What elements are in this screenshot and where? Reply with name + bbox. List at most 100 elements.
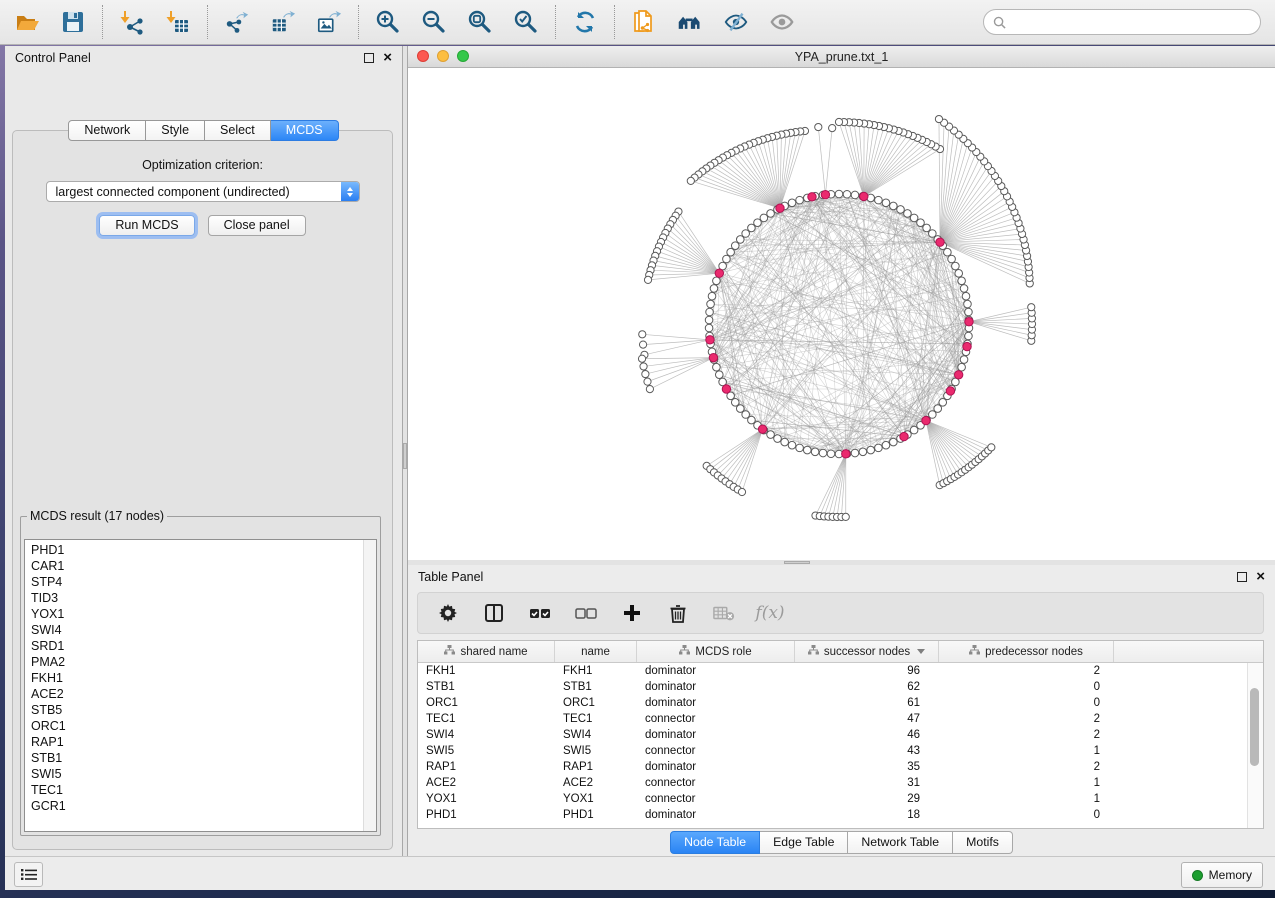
column-header-shared-name[interactable]: shared name bbox=[418, 641, 555, 662]
table-cell[interactable]: dominator bbox=[637, 681, 795, 693]
column-header-name[interactable]: name bbox=[555, 641, 637, 662]
table-cell[interactable]: 1 bbox=[939, 793, 1114, 805]
network-node[interactable] bbox=[952, 262, 960, 270]
table-cell[interactable]: 2 bbox=[939, 761, 1114, 773]
network-node[interactable] bbox=[843, 190, 851, 198]
table-row[interactable]: PHD1PHD1dominator180 bbox=[418, 807, 1263, 823]
mcds-hub-node[interactable] bbox=[808, 193, 816, 201]
zoom-selected-icon[interactable] bbox=[513, 9, 539, 35]
mcds-result-node[interactable]: SWI5 bbox=[31, 766, 363, 782]
search-input[interactable] bbox=[1011, 14, 1251, 30]
tab-network[interactable]: Network bbox=[68, 120, 146, 141]
mcds-result-node[interactable]: RAP1 bbox=[31, 734, 363, 750]
table-cell[interactable]: ACE2 bbox=[418, 777, 555, 789]
table-cell[interactable]: 2 bbox=[939, 729, 1114, 741]
table-row[interactable]: ORC1ORC1dominator610 bbox=[418, 695, 1263, 711]
network-canvas[interactable] bbox=[408, 68, 1275, 560]
network-node[interactable] bbox=[867, 446, 875, 454]
window-maximize-icon[interactable] bbox=[457, 50, 469, 62]
network-node[interactable] bbox=[944, 248, 952, 256]
mcds-result-node[interactable]: SRD1 bbox=[31, 638, 363, 654]
network-node[interactable] bbox=[638, 355, 645, 362]
tab-select[interactable]: Select bbox=[205, 120, 271, 141]
network-node[interactable] bbox=[910, 426, 918, 434]
mcds-result-node[interactable]: TID3 bbox=[31, 590, 363, 606]
network-node[interactable] bbox=[875, 196, 883, 204]
table-cell[interactable]: dominator bbox=[637, 665, 795, 677]
network-graph[interactable] bbox=[408, 68, 1274, 560]
table-row[interactable]: FKH1FKH1dominator962 bbox=[418, 663, 1263, 679]
table-row[interactable]: RAP1RAP1dominator352 bbox=[418, 759, 1263, 775]
network-node[interactable] bbox=[964, 300, 972, 308]
open-file-icon[interactable] bbox=[14, 9, 40, 35]
share-document-icon[interactable] bbox=[631, 9, 657, 35]
network-node[interactable] bbox=[958, 277, 966, 285]
table-row[interactable]: ACE2ACE2connector311 bbox=[418, 775, 1263, 791]
table-cell[interactable]: 2 bbox=[939, 713, 1114, 725]
network-node[interactable] bbox=[815, 123, 822, 130]
network-node[interactable] bbox=[803, 446, 811, 454]
network-node[interactable] bbox=[811, 448, 819, 456]
mcds-hub-node[interactable] bbox=[821, 191, 829, 199]
network-node[interactable] bbox=[890, 438, 898, 446]
show-all-icon[interactable] bbox=[769, 9, 795, 35]
table-cell[interactable]: FKH1 bbox=[418, 665, 555, 677]
network-node[interactable] bbox=[705, 324, 713, 332]
network-node[interactable] bbox=[760, 214, 768, 222]
table-cell[interactable]: 47 bbox=[795, 713, 939, 725]
float-panel-icon[interactable] bbox=[364, 53, 374, 63]
network-node[interactable] bbox=[835, 118, 842, 125]
table-cell[interactable]: dominator bbox=[637, 729, 795, 741]
network-node[interactable] bbox=[851, 449, 859, 457]
table-row[interactable]: YOX1YOX1connector291 bbox=[418, 791, 1263, 807]
window-close-icon[interactable] bbox=[417, 50, 429, 62]
mcds-hub-node[interactable] bbox=[954, 371, 962, 379]
network-node[interactable] bbox=[796, 196, 804, 204]
table-cell[interactable]: PHD1 bbox=[555, 809, 637, 821]
columns-icon[interactable] bbox=[483, 602, 505, 624]
table-cell[interactable]: connector bbox=[637, 793, 795, 805]
network-node[interactable] bbox=[965, 308, 973, 316]
mcds-result-node[interactable]: ACE2 bbox=[31, 686, 363, 702]
table-cell[interactable]: 43 bbox=[795, 745, 939, 757]
table-cell[interactable]: ORC1 bbox=[418, 697, 555, 709]
table-cell[interactable]: 29 bbox=[795, 793, 939, 805]
network-node[interactable] bbox=[958, 363, 966, 371]
network-node[interactable] bbox=[960, 356, 968, 364]
mcds-result-node[interactable]: ORC1 bbox=[31, 718, 363, 734]
mcds-hub-node[interactable] bbox=[706, 336, 714, 344]
save-icon[interactable] bbox=[60, 9, 86, 35]
table-cell[interactable]: STB1 bbox=[418, 681, 555, 693]
import-network-icon[interactable] bbox=[119, 9, 145, 35]
network-node[interactable] bbox=[796, 444, 804, 452]
mcds-hub-node[interactable] bbox=[860, 192, 868, 200]
table-cell[interactable]: SWI4 bbox=[418, 729, 555, 741]
export-image-icon[interactable] bbox=[316, 9, 342, 35]
hide-selected-icon[interactable] bbox=[723, 9, 749, 35]
table-cell[interactable]: 2 bbox=[939, 665, 1114, 677]
column-header-MCDS-role[interactable]: MCDS role bbox=[637, 641, 795, 662]
vertical-splitter-handle[interactable] bbox=[403, 443, 407, 469]
network-node[interactable] bbox=[851, 191, 859, 199]
close-panel-button[interactable]: Close panel bbox=[208, 215, 306, 236]
network-node[interactable] bbox=[897, 206, 905, 214]
close-table-panel-icon[interactable]: × bbox=[1256, 572, 1265, 582]
task-history-button[interactable] bbox=[14, 862, 43, 887]
network-node[interactable] bbox=[1028, 304, 1035, 311]
settings-icon[interactable] bbox=[437, 602, 459, 624]
network-node[interactable] bbox=[708, 292, 716, 300]
export-network-icon[interactable] bbox=[224, 9, 250, 35]
table-cell[interactable]: YOX1 bbox=[418, 793, 555, 805]
table-cell[interactable]: dominator bbox=[637, 697, 795, 709]
tab-network-table[interactable]: Network Table bbox=[848, 831, 953, 854]
mcds-hub-node[interactable] bbox=[946, 387, 954, 395]
mcds-hub-node[interactable] bbox=[963, 342, 971, 350]
table-row[interactable]: SWI4SWI4dominator462 bbox=[418, 727, 1263, 743]
mcds-result-node[interactable]: GCR1 bbox=[31, 798, 363, 814]
column-header-successor-nodes[interactable]: successor nodes bbox=[795, 641, 939, 662]
table-scrollbar[interactable] bbox=[1247, 663, 1263, 828]
network-node[interactable] bbox=[875, 444, 883, 452]
table-row[interactable]: TEC1TEC1connector472 bbox=[418, 711, 1263, 727]
mcds-result-node[interactable]: TEC1 bbox=[31, 782, 363, 798]
network-node[interactable] bbox=[935, 115, 942, 122]
